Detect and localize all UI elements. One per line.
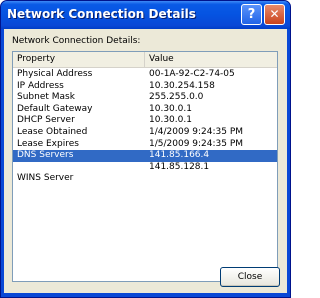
close-button[interactable]: Close	[220, 267, 280, 287]
close-icon: ✕	[269, 7, 280, 21]
value-cell: 10.30.254.158	[149, 80, 215, 91]
table-row[interactable]: Subnet Mask 255.255.0.0	[13, 92, 277, 104]
table-row[interactable]: Lease Expires 1/5/2009 9:24:35 PM	[13, 139, 277, 151]
column-header-value[interactable]: Value	[145, 52, 277, 67]
value-cell: 1/5/2009 9:24:35 PM	[149, 138, 244, 149]
table-row[interactable]: 141.85.128.1	[13, 162, 277, 174]
table-row[interactable]: DHCP Server 10.30.0.1	[13, 115, 277, 127]
property-cell: DHCP Server	[17, 115, 75, 126]
property-cell: DNS Servers	[17, 150, 74, 161]
value-cell: 10.30.0.1	[149, 115, 192, 126]
details-caption: Network Connection Details:	[12, 36, 141, 46]
property-cell: Lease Obtained	[17, 126, 88, 137]
help-button[interactable]: ?	[241, 4, 262, 25]
list-header: Property Value	[13, 52, 277, 68]
value-cell: 1/4/2009 9:24:35 PM	[149, 126, 244, 137]
property-cell: IP Address	[17, 80, 64, 91]
property-cell: WINS Server	[17, 173, 74, 184]
details-list[interactable]: Property Value Physical Address 00-1A-92-…	[12, 51, 278, 282]
table-row[interactable]: Physical Address 00-1A-92-C2-74-05	[13, 69, 277, 81]
window-close-button[interactable]: ✕	[264, 4, 285, 25]
list-rows: Physical Address 00-1A-92-C2-74-05 IP Addr…	[13, 69, 277, 185]
property-cell: Lease Expires	[17, 138, 79, 149]
table-row[interactable]: IP Address 10.30.254.158	[13, 81, 277, 93]
window-title: Network Connection Details	[7, 7, 196, 21]
property-cell: Physical Address	[17, 69, 93, 79]
dialog-window: Network Connection Details ? ✕ Network C…	[0, 0, 291, 298]
property-cell: Subnet Mask	[17, 92, 75, 103]
table-row[interactable]: Default Gateway 10.30.0.1	[13, 104, 277, 116]
title-bar[interactable]: Network Connection Details ? ✕	[1, 1, 290, 29]
value-cell: 10.30.0.1	[149, 103, 192, 114]
table-row[interactable]: DNS Servers 141.85.166.4	[13, 150, 277, 162]
dialog-client-area: Network Connection Details: Property Val…	[4, 29, 287, 293]
value-cell: 00-1A-92-C2-74-05	[149, 69, 235, 79]
value-cell: 141.85.128.1	[149, 161, 210, 172]
table-row[interactable]: WINS Server	[13, 173, 277, 185]
value-cell: 141.85.166.4	[149, 150, 210, 161]
question-mark-icon: ?	[247, 7, 256, 22]
property-cell: Default Gateway	[17, 103, 93, 114]
value-cell: 255.255.0.0	[149, 92, 204, 103]
column-header-property[interactable]: Property	[13, 52, 145, 67]
table-row[interactable]: Lease Obtained 1/4/2009 9:24:35 PM	[13, 127, 277, 139]
